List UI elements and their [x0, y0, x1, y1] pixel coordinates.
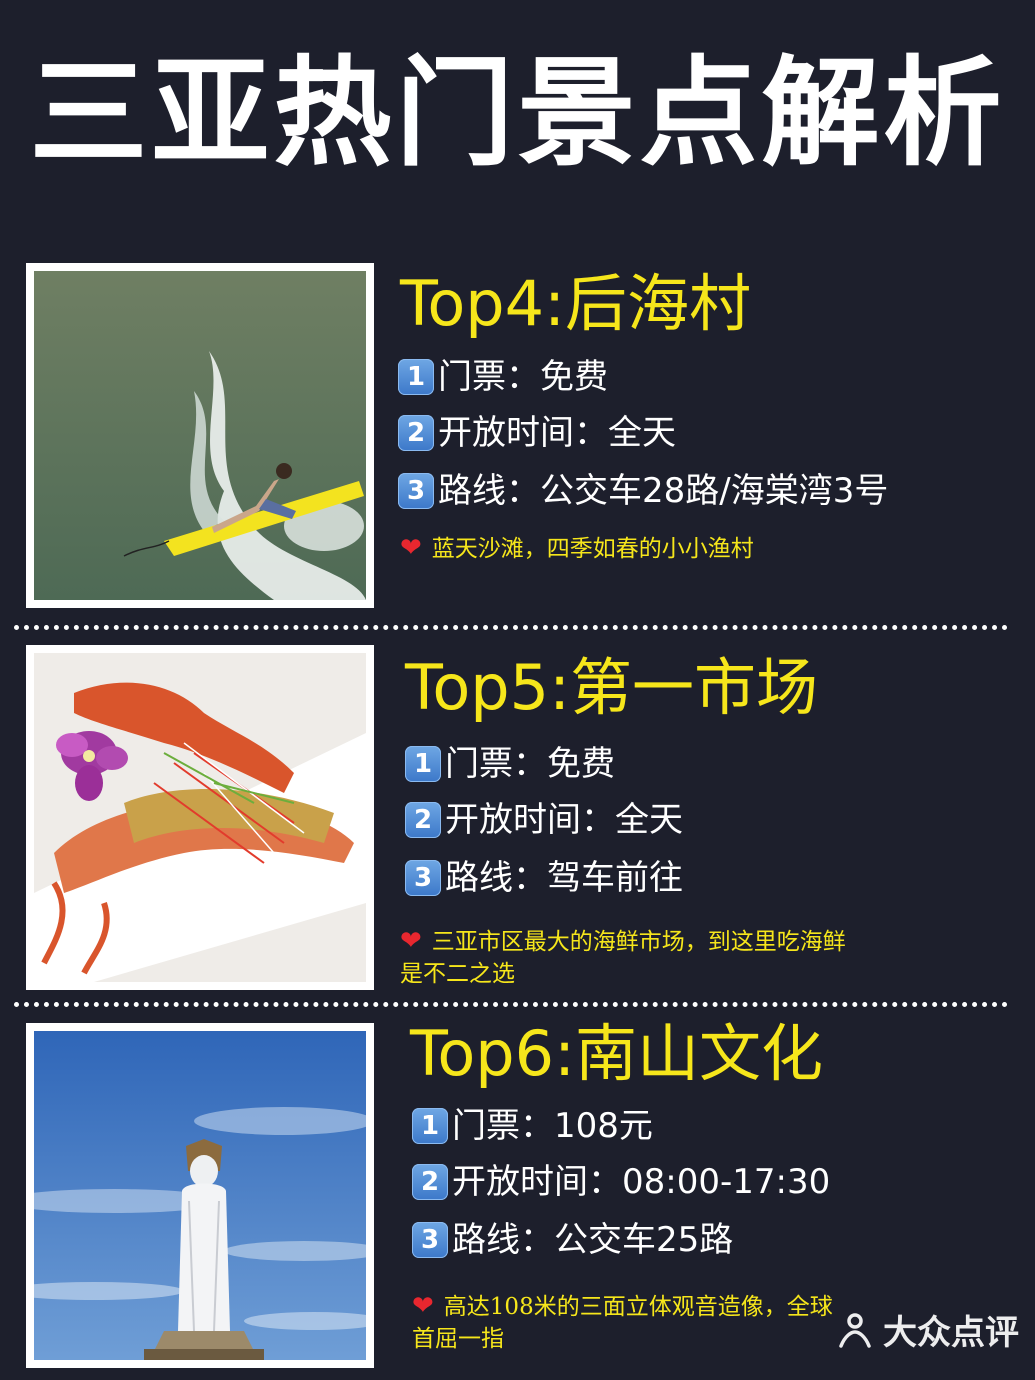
info-text: 开放时间：08:00-17:30 — [452, 1162, 831, 1202]
info-text: 门票：108元 — [452, 1106, 653, 1146]
route-info: 3 路线：公交车28路/海棠湾3号 — [398, 471, 888, 511]
note-text: 高达108米的三面立体观音造像，全球 — [443, 1294, 833, 1320]
info-text: 开放时间：全天 — [445, 800, 683, 840]
number-3-icon: 3 — [398, 473, 434, 509]
route-info: 3 路线：公交车25路 — [412, 1220, 733, 1260]
spot-title: Top5:第一市场 — [405, 651, 818, 724]
heart-icon: ❤ — [400, 533, 422, 563]
number-2-icon: 2 — [412, 1164, 448, 1200]
hours-info: 2 开放时间：全天 — [405, 800, 683, 840]
number-1-icon: 1 — [405, 746, 441, 782]
note-text: 蓝天沙滩，四季如春的小小渔村 — [431, 536, 754, 562]
ticket-info: 1 门票：108元 — [412, 1106, 653, 1146]
info-text: 路线：公交车28路/海棠湾3号 — [438, 471, 889, 511]
number-2-icon: 2 — [405, 802, 441, 838]
info-text: 门票：免费 — [445, 744, 615, 784]
spot-note: ❤ 三亚市区最大的海鲜市场，到这里吃海鲜 是不二之选 — [400, 925, 1000, 990]
hours-info: 2 开放时间：全天 — [398, 413, 676, 453]
number-3-icon: 3 — [412, 1222, 448, 1258]
note-text: 是不二之选 — [400, 961, 515, 987]
hours-info: 2 开放时间：08:00-17:30 — [412, 1162, 830, 1202]
guanyin-statue-photo — [26, 1023, 374, 1368]
ticket-info: 1 门票：免费 — [398, 357, 608, 397]
heart-icon: ❤ — [412, 1291, 434, 1321]
note-text: 三亚市区最大的海鲜市场，到这里吃海鲜 — [431, 929, 846, 955]
number-1-icon: 1 — [398, 359, 434, 395]
dianping-logo-icon — [839, 1312, 871, 1348]
spot-title: Top6:南山文化 — [410, 1017, 823, 1090]
number-3-icon: 3 — [405, 860, 441, 896]
info-text: 开放时间：全天 — [438, 413, 676, 453]
surfer-photo — [26, 263, 374, 608]
watermark-text: 大众点评 — [883, 1313, 1019, 1353]
divider — [14, 1002, 1008, 1007]
dianping-watermark: 大众点评 — [835, 1305, 1019, 1354]
spot-title: Top4:后海村 — [400, 267, 751, 340]
route-info: 3 路线：驾车前往 — [405, 858, 683, 898]
page-title: 三亚热门景点解析 — [29, 44, 1006, 182]
heart-icon: ❤ — [400, 926, 422, 956]
info-text: 路线：驾车前往 — [445, 858, 683, 898]
number-2-icon: 2 — [398, 415, 434, 451]
info-text: 门票：免费 — [438, 357, 608, 397]
info-text: 路线：公交车25路 — [452, 1220, 734, 1260]
divider — [14, 625, 1008, 630]
seafood-photo — [26, 645, 374, 990]
spot-note: ❤ 蓝天沙滩，四季如春的小小渔村 — [400, 532, 754, 565]
ticket-info: 1 门票：免费 — [405, 744, 615, 784]
number-1-icon: 1 — [412, 1108, 448, 1144]
